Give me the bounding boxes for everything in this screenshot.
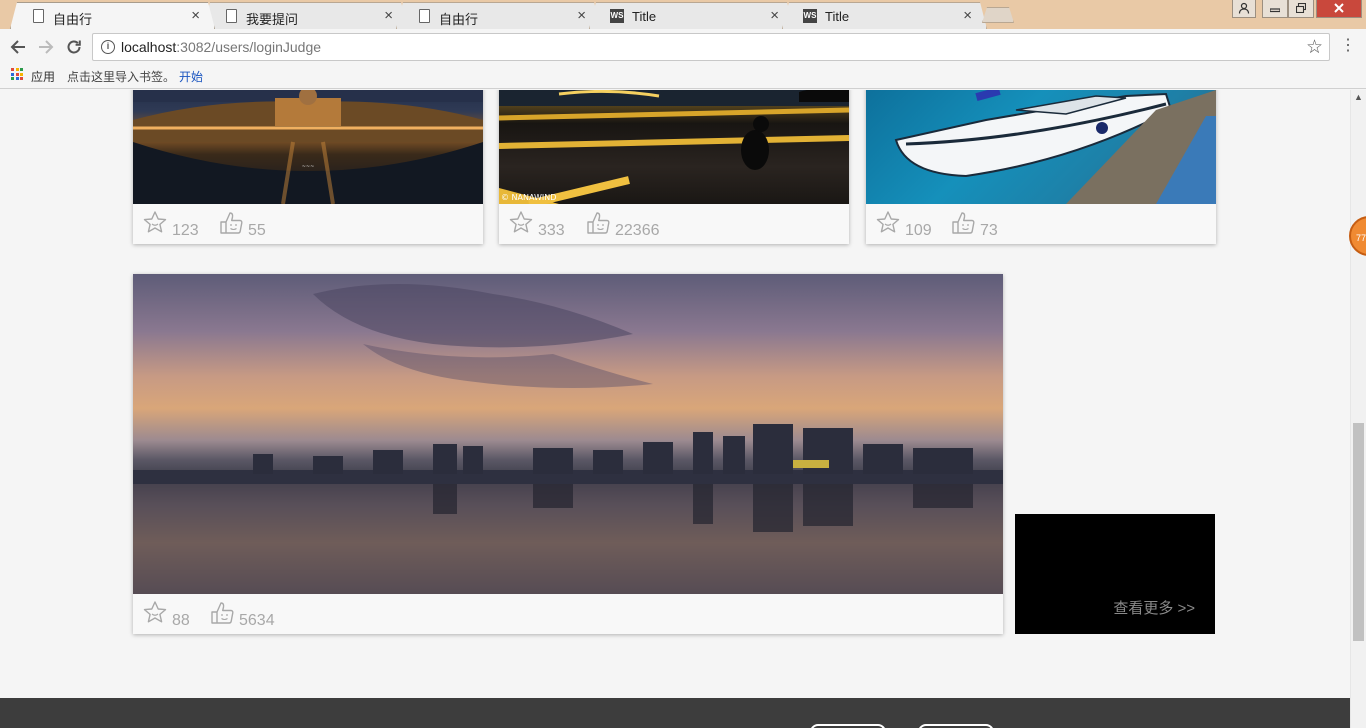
new-tab-button[interactable] (982, 7, 1014, 23)
tab-title: 我要提问 (246, 12, 299, 27)
favorite-count: 109 (905, 222, 932, 239)
tab-title: 自由行 (53, 12, 93, 27)
page-footer (0, 698, 1350, 728)
view-more-link[interactable]: 查看更多 >> (1113, 597, 1195, 618)
photo-card[interactable]: 109 73 (866, 90, 1216, 244)
card-stats: 333 22366 (499, 204, 849, 244)
star-outline-icon (509, 211, 533, 233)
photo-card-large[interactable]: 88 5634 (133, 274, 1003, 634)
card-stats: 123 55 (133, 204, 483, 244)
user-profile-icon[interactable] (1232, 0, 1256, 18)
scroll-up-icon[interactable]: ▲ (1354, 92, 1363, 102)
tab-title-2[interactable]: WS Title × (782, 2, 987, 29)
footer-button[interactable] (918, 724, 994, 728)
page-icon (226, 9, 237, 23)
page-viewport: ~~~ 123 55 © NANAWIND 333 22366 109 73 8… (0, 90, 1350, 728)
forward-icon[interactable] (34, 35, 58, 59)
view-more-panel[interactable]: 查看更多 >> (1015, 514, 1215, 634)
tab-title: Title (825, 9, 850, 24)
photo-card[interactable]: ~~~ 123 55 (133, 90, 483, 244)
favorite-count: 88 (172, 612, 190, 629)
bookmark-star-icon[interactable]: ☆ (1306, 36, 1323, 59)
tab-close-icon[interactable]: × (963, 7, 972, 24)
star-outline-icon (876, 211, 900, 233)
tab-strip: 自由行 × 我要提问 × 自由行 × WS Title × WS Title × (0, 0, 1366, 29)
favorite-count: 333 (538, 222, 565, 239)
url-text[interactable]: localhost:3082/users/loginJudge (121, 39, 321, 55)
tab-title: Title (632, 9, 657, 24)
thumbs-up-icon (952, 212, 975, 234)
photo-watermark: © NANAWIND (501, 193, 557, 202)
tab-ziyouxing-2[interactable]: 自由行 × (396, 2, 601, 29)
card-photo[interactable]: © NANAWIND (499, 90, 849, 204)
page-icon (419, 9, 430, 23)
browser-toolbar: i localhost:3082/users/loginJudge ☆ ⋮ (0, 29, 1366, 65)
tab-title-1[interactable]: WS Title × (589, 2, 794, 29)
address-bar[interactable]: i localhost:3082/users/loginJudge ☆ (92, 33, 1330, 61)
card-stats: 109 73 (866, 204, 1216, 244)
card-stats: 88 5634 (133, 594, 1003, 634)
svg-text:~~~: ~~~ (302, 164, 315, 170)
photo-card[interactable]: © NANAWIND 333 22366 (499, 90, 849, 244)
vertical-scrollbar[interactable]: ▲ (1350, 90, 1366, 728)
webstorm-icon: WS (803, 9, 817, 23)
card-photo[interactable] (133, 274, 1003, 594)
apps-link[interactable]: 应用 (31, 68, 55, 85)
thumbs-up-icon (587, 212, 610, 234)
start-link[interactable]: 开始 (179, 68, 203, 85)
chrome-menu-icon[interactable]: ⋮ (1340, 35, 1356, 55)
bookmarks-bar: 应用 点击这里导入书签。 开始 (0, 65, 1366, 89)
minimize-icon[interactable] (1262, 0, 1288, 18)
import-bookmarks-hint: 点击这里导入书签。 (67, 70, 176, 84)
tab-title: 自由行 (439, 12, 479, 27)
like-count: 5634 (239, 612, 275, 629)
thumbs-up-icon (220, 212, 243, 234)
page-icon (33, 9, 44, 23)
webstorm-icon: WS (610, 9, 624, 23)
reload-icon[interactable] (62, 35, 86, 59)
card-photo[interactable] (866, 90, 1216, 204)
apps-grid-icon[interactable] (11, 68, 23, 80)
tab-close-icon[interactable]: × (191, 7, 200, 24)
card-photo[interactable]: ~~~ (133, 90, 483, 204)
like-count: 22366 (615, 222, 660, 239)
back-icon[interactable] (6, 35, 30, 59)
restore-icon[interactable] (1288, 0, 1314, 18)
tab-close-icon[interactable]: × (384, 7, 393, 24)
tab-close-icon[interactable]: × (577, 7, 586, 24)
tab-close-icon[interactable]: × (770, 7, 779, 24)
tab-ziyouxing-active[interactable]: 自由行 × (10, 2, 215, 29)
thumbs-up-icon (211, 602, 234, 624)
tab-woyaotiwen[interactable]: 我要提问 × (203, 2, 408, 29)
like-count: 73 (980, 222, 998, 239)
footer-button[interactable] (810, 724, 886, 728)
scroll-thumb[interactable] (1353, 423, 1364, 641)
favorite-count: 123 (172, 222, 199, 239)
info-icon[interactable]: i (101, 40, 115, 54)
window-close-icon[interactable] (1316, 0, 1362, 18)
star-outline-icon (143, 601, 167, 623)
star-outline-icon (143, 211, 167, 233)
like-count: 55 (248, 222, 266, 239)
